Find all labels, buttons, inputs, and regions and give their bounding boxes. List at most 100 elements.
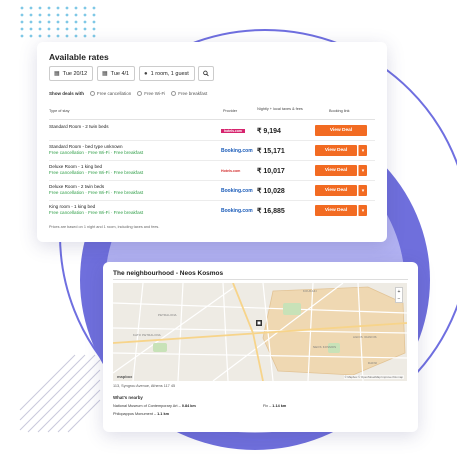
room-perks: Free cancellation · Free Wi-Fi · Free br…: [49, 210, 144, 215]
decor-dot: [56, 6, 60, 10]
rates-table-header: Type of stay Provider Nightly + local ta…: [49, 106, 375, 120]
hotel-address: 113, Syngrou Avenue, Athens 117 45: [113, 384, 176, 388]
room-type: King room - 1 king bed Free cancellation…: [49, 204, 144, 215]
col-price: Nightly + local taxes & fees: [257, 107, 303, 111]
map-zoom-control: + −: [395, 287, 403, 303]
checkin-date-button[interactable]: ▦ Tue 20/12: [49, 66, 93, 81]
rate-row: Deluxe Room - 2 twin beds Free cancellat…: [49, 182, 375, 201]
neighbourhood-map[interactable]: KOUKAKI NEOS KOSMOS AGIOS IOANNIS PETRAL…: [113, 283, 407, 381]
zoom-in-button[interactable]: +: [398, 289, 401, 295]
decor-dot: [29, 27, 33, 31]
decor-dot: [83, 13, 87, 17]
decor-dot: [29, 20, 33, 24]
available-rates-card: Available rates ▦ Tue 20/12 ▦ Tue 4/1 ● …: [37, 42, 387, 242]
decor-dot: [74, 27, 78, 31]
decor-dot: [65, 6, 69, 10]
neighbourhood-card: The neighbourhood - Neos Kosmos KOUKAKI …: [103, 262, 418, 432]
person-icon: ●: [144, 70, 148, 77]
map-label: DAFNI: [368, 361, 378, 365]
nearby-heading: What's nearby: [113, 395, 143, 400]
decor-dot: [38, 27, 42, 31]
decor-dot: [20, 27, 24, 31]
col-provider: Provider: [223, 109, 238, 113]
map-graphic: [113, 283, 407, 381]
decor-dot: [83, 6, 87, 10]
calendar-icon: ▦: [54, 71, 60, 77]
decor-dot: [47, 20, 51, 24]
chevron-down-icon[interactable]: ▾: [358, 165, 367, 176]
decor-dot: [65, 34, 69, 38]
screenshot-stage: Available rates ▦ Tue 20/12 ▦ Tue 4/1 ● …: [0, 0, 457, 466]
decor-dot: [74, 34, 78, 38]
decor-dot: [92, 20, 96, 24]
view-deal-button[interactable]: View Deal: [315, 145, 357, 156]
decor-dot: [38, 34, 42, 38]
room-perks: Free cancellation · Free Wi-Fi · Free br…: [49, 150, 144, 155]
checkout-date-button[interactable]: ▦ Tue 4/1: [97, 66, 135, 81]
chevron-down-icon[interactable]: ▾: [358, 205, 367, 216]
filter-free-cancellation[interactable]: Free cancellation: [90, 91, 131, 96]
chevron-down-icon[interactable]: ▾: [358, 185, 367, 196]
deal-filters: Show deals with Free cancellation Free W…: [49, 91, 207, 96]
view-deal-button[interactable]: View Deal: [315, 185, 357, 196]
radio-icon: [137, 91, 143, 96]
decor-dot: [56, 13, 60, 17]
map-attribution[interactable]: © Mapbox © OpenStreetMap Improve this ma…: [343, 375, 404, 379]
filter-free-wifi[interactable]: Free Wi-Fi: [137, 91, 165, 96]
mapbox-logo[interactable]: mapbox: [117, 374, 132, 379]
decor-dot: [20, 13, 24, 17]
calendar-icon: ▦: [102, 71, 108, 77]
decor-dot: [29, 34, 33, 38]
decor-dot: [38, 6, 42, 10]
rate-price: ₹ 15,171: [257, 148, 285, 155]
decor-dot: [56, 27, 60, 31]
decor-dot: [56, 20, 60, 24]
view-deal-button[interactable]: View Deal: [315, 165, 357, 176]
chevron-down-icon[interactable]: ▾: [358, 145, 367, 156]
room-perks: Free cancellation · Free Wi-Fi · Free br…: [49, 170, 144, 175]
decor-dot: [65, 20, 69, 24]
divider: [113, 279, 408, 280]
decor-dot: [20, 34, 24, 38]
provider-logo: Booking.com: [221, 148, 253, 154]
map-label: AGIOS IOANNIS: [353, 335, 377, 339]
view-deal-button[interactable]: View Deal: [315, 125, 367, 136]
provider-logo: hotels.com: [221, 129, 245, 133]
price-note: Prices are based on 1 night and 1 room, …: [49, 225, 160, 229]
rates-title: Available rates: [49, 52, 109, 62]
view-deal-button[interactable]: View Deal: [315, 205, 357, 216]
decor-dot: [29, 13, 33, 17]
rate-price: ₹ 10,028: [257, 188, 285, 195]
zoom-out-button[interactable]: −: [398, 296, 401, 302]
decor-dot: [74, 20, 78, 24]
decor-dot: [92, 34, 96, 38]
rate-price: ₹ 10,017: [257, 168, 285, 175]
filters-label: Show deals with: [49, 91, 85, 96]
decor-dot: [65, 13, 69, 17]
rate-row: Standard Room - bed type unknown Free ca…: [49, 142, 375, 161]
decor-dot: [83, 34, 87, 38]
rate-price: ₹ 16,885: [257, 208, 285, 215]
filter-free-breakfast[interactable]: Free breakfast: [171, 91, 207, 96]
map-label: KOUKAKI: [303, 289, 317, 293]
decor-dot: [47, 6, 51, 10]
rate-row: Deluxe Room - 1 king bed Free cancellati…: [49, 162, 375, 181]
decor-dot: [47, 34, 51, 38]
rate-row: Standard Room - 2 twin beds hotels.com ₹…: [49, 122, 375, 141]
room-type: Deluxe Room - 1 king bed Free cancellati…: [49, 164, 144, 175]
map-label: KATO PETRALONA: [133, 333, 161, 337]
room-type: Standard Room - bed type unknown Free ca…: [49, 144, 144, 155]
guests-button[interactable]: ● 1 room, 1 guest: [139, 66, 195, 81]
decor-dot: [29, 6, 33, 10]
decor-dot: [65, 27, 69, 31]
decor-dot: [92, 13, 96, 17]
rate-price: ₹ 9,194: [257, 128, 281, 135]
rate-row: King room - 1 king bed Free cancellation…: [49, 202, 375, 221]
search-icon: [203, 70, 209, 77]
decor-dot: [20, 6, 24, 10]
nearby-item: National Museum of Contemporary Art – 0.…: [113, 404, 196, 408]
search-button[interactable]: [198, 66, 214, 81]
nearby-item: Fix – 1.14 km: [263, 404, 287, 408]
dot-pattern: [20, 6, 96, 38]
nearby-item: Philopappos Monument – 1.1 km: [113, 412, 169, 416]
